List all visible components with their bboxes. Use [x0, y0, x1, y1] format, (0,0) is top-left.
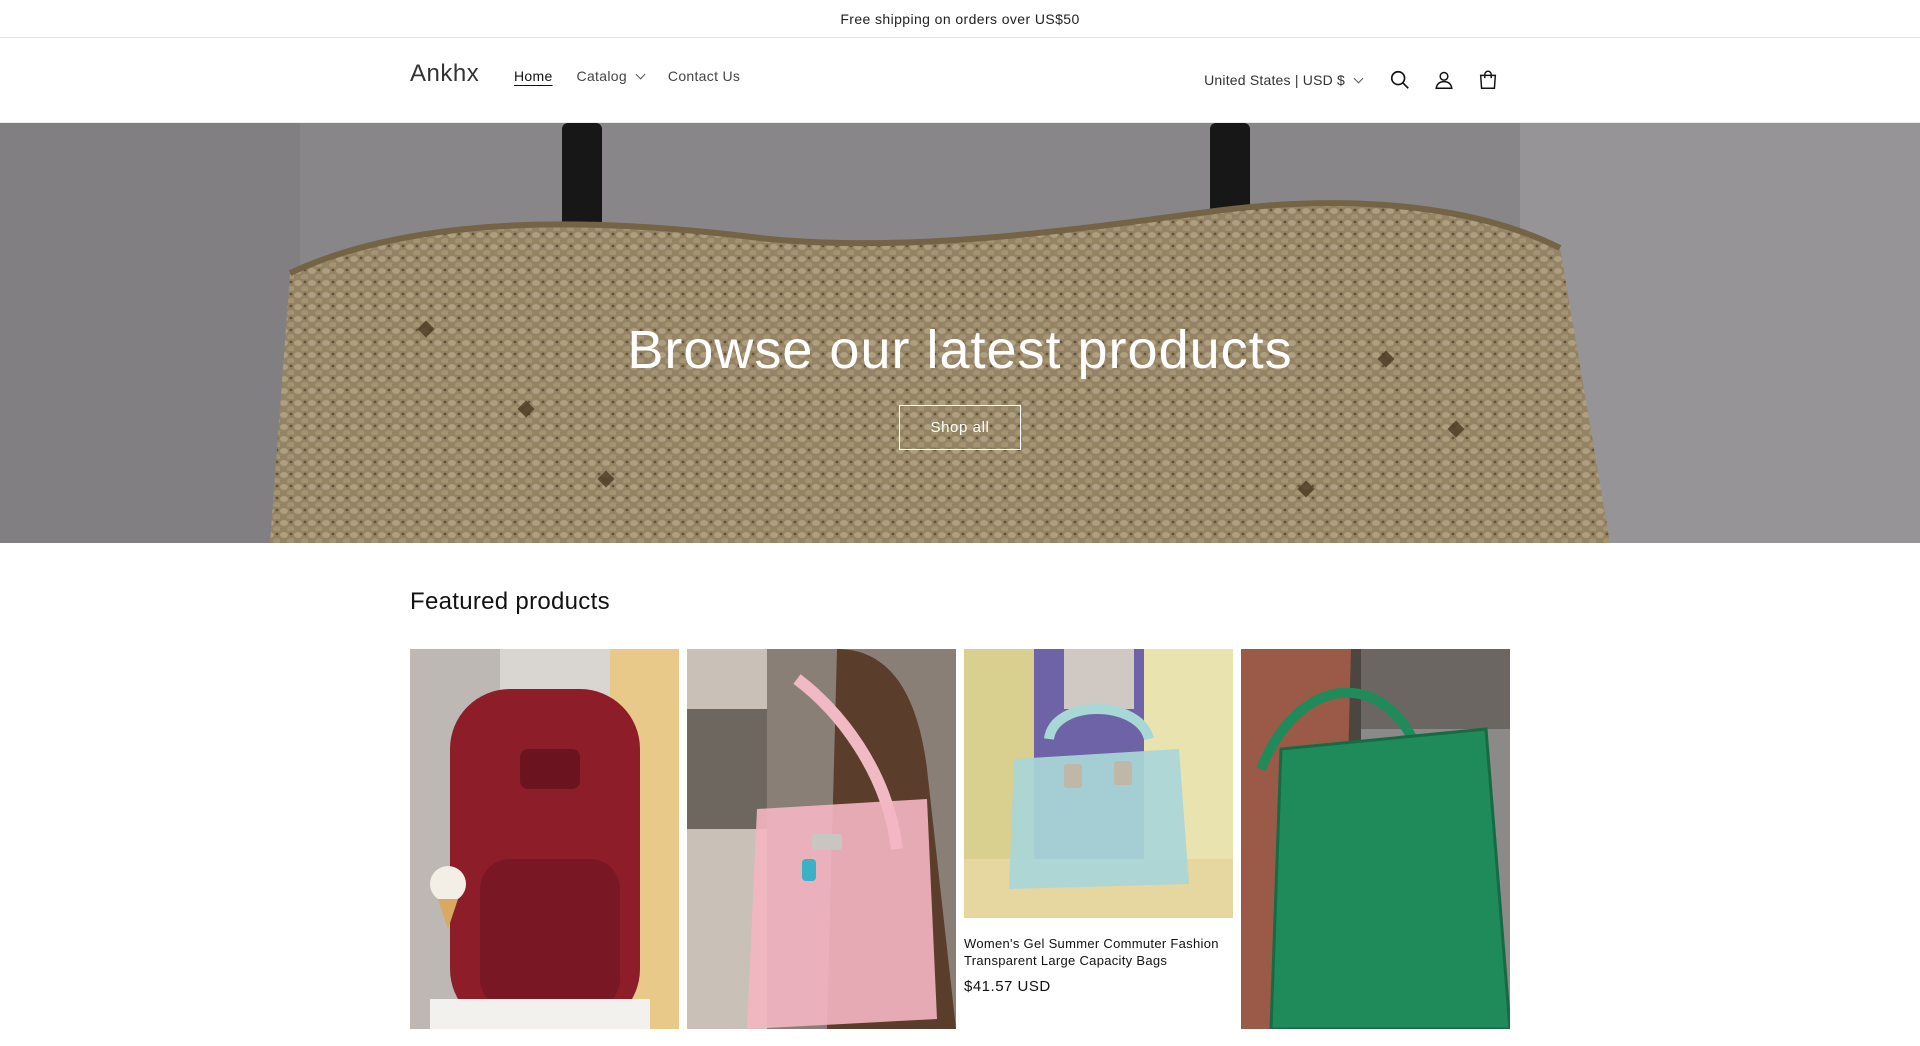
cart-icon: [1479, 70, 1497, 89]
hero-content: Browse our latest products Shop all: [0, 323, 1920, 450]
chevron-down-icon: [1353, 73, 1364, 83]
search-button[interactable]: [1378, 62, 1422, 98]
search-icon: [1390, 70, 1409, 89]
main-nav: Home Catalog Contact Us: [514, 68, 764, 84]
country-selector-label: United States | USD $: [1204, 72, 1345, 88]
announcement-text: Free shipping on orders over US$50: [840, 10, 1080, 27]
shop-all-button[interactable]: Shop all: [899, 405, 1021, 450]
nav-contact-us[interactable]: Contact Us: [668, 68, 740, 84]
product-price: $41.57 USD: [964, 978, 1051, 995]
store-logo[interactable]: Ankhx: [410, 60, 479, 88]
nav-home[interactable]: Home: [514, 68, 553, 84]
product-image-pink-jelly-tote[interactable]: [687, 649, 956, 1029]
product-card[interactable]: [410, 649, 679, 1046]
product-grid: Women's Gel Summer Commuter Fashion Tran…: [410, 649, 1510, 1046]
hero-title: Browse our latest products: [627, 320, 1293, 380]
product-image-green-woven-tote[interactable]: [1241, 649, 1510, 1029]
cart-button[interactable]: [1466, 62, 1510, 98]
product-card[interactable]: [687, 649, 956, 1046]
product-card[interactable]: [1241, 649, 1510, 1046]
pink-jelly-tote-image: [687, 649, 956, 1029]
hero-banner: Browse our latest products Shop all: [0, 123, 1920, 543]
product-card[interactable]: Women's Gel Summer Commuter Fashion Tran…: [964, 649, 1233, 1046]
product-image-red-backpack[interactable]: [410, 649, 679, 1029]
light-blue-jelly-bag-image: [964, 649, 1233, 918]
account-icon: [1435, 71, 1453, 89]
account-button[interactable]: [1422, 62, 1466, 98]
chevron-down-icon: [635, 69, 646, 79]
green-woven-tote-image: [1241, 649, 1510, 1029]
header-actions: United States | USD $: [1204, 62, 1510, 98]
nav-catalog-label: Catalog: [576, 68, 627, 84]
product-title[interactable]: Women's Gel Summer Commuter Fashion Tran…: [964, 935, 1233, 969]
site-header: Ankhx Home Catalog Contact Us United Sta…: [0, 38, 1920, 123]
country-selector[interactable]: United States | USD $: [1204, 72, 1364, 88]
announcement-bar: Free shipping on orders over US$50: [0, 0, 1920, 38]
featured-products-title: Featured products: [410, 588, 610, 615]
product-image-light-blue-jelly-bag[interactable]: [964, 649, 1233, 918]
nav-catalog[interactable]: Catalog: [576, 68, 646, 84]
red-backpack-image: [410, 649, 679, 1029]
